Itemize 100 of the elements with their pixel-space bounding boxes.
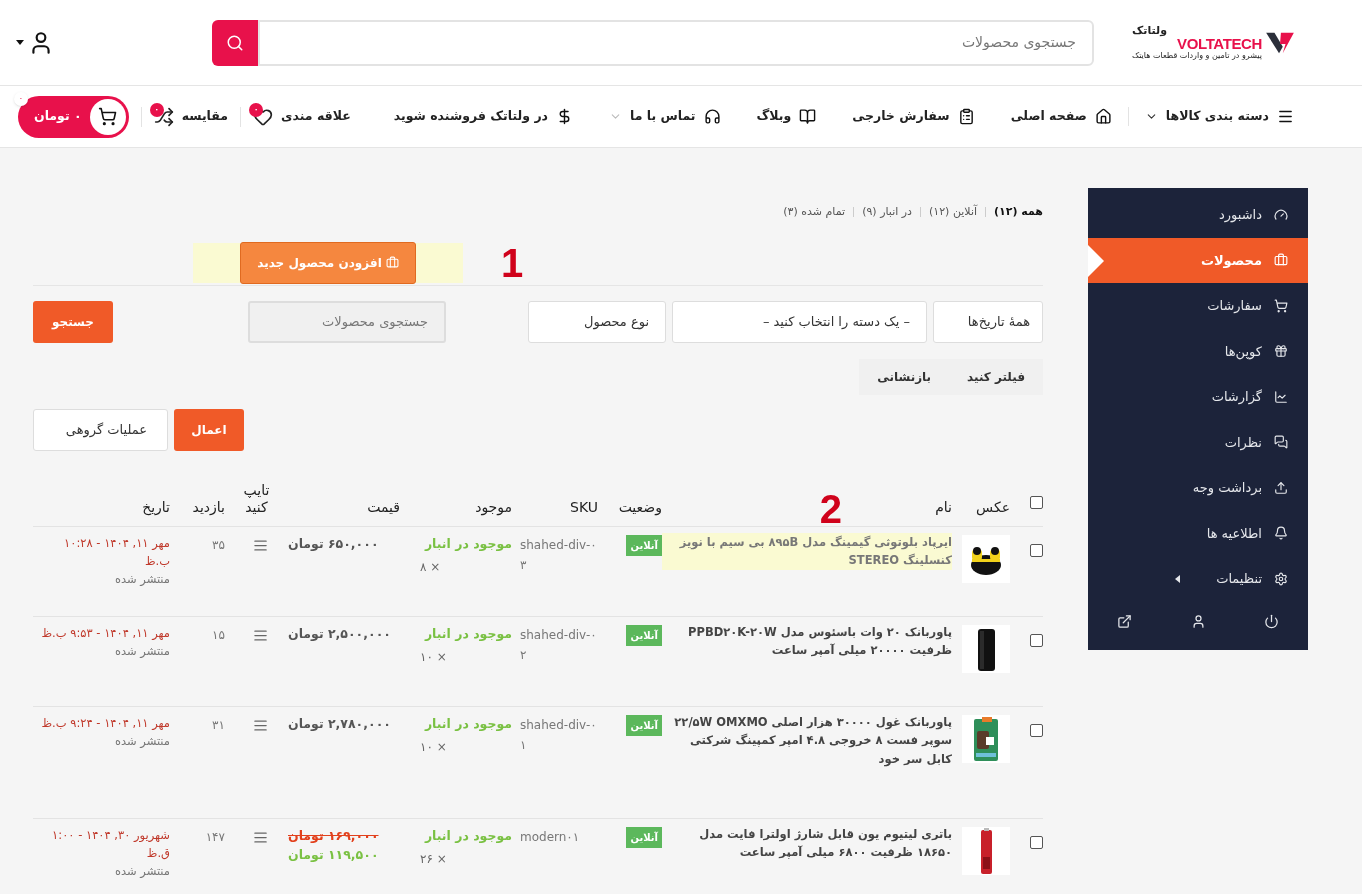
column-header: عکس [976,499,1010,515]
logo-text: ولتاتک [1132,24,1167,36]
gift-icon [1274,344,1288,359]
heart-icon [253,106,274,127]
chart-icon [1274,389,1288,404]
power-icon [1263,614,1279,629]
briefcase-icon [385,256,399,269]
product-name[interactable]: ایرپاد بلوتوثی گیمینگ مدل ۸۹۵B بی سیم با نویز کنسلینگ STEREO [662,533,952,570]
status-filter[interactable]: در انبار (۹) [862,204,912,221]
menu-icon [253,830,268,845]
menu-icon [1277,108,1294,125]
stock-quantity: × ۸ [419,558,442,576]
nav-link[interactable]: صفحه اصلی [1010,107,1112,126]
sku-text: shahed-div-۰۳ [520,537,598,575]
nav-link[interactable]: تماس با ما [609,107,721,126]
sidebar-item[interactable]: تنظیمات [1088,556,1308,602]
column-header: SKU [570,499,598,515]
count-badge: ۰ [249,102,264,117]
sidebar-item[interactable]: نظرات [1088,419,1308,465]
reset-button[interactable]: بازنشانی [859,358,950,395]
sidebar-item[interactable]: کوپن‌ها [1088,328,1308,374]
stock-quantity: × ۲۶ [419,850,448,868]
column-header: موجود [475,499,512,515]
gauge-icon [1274,207,1288,222]
logo-icon [1266,30,1294,55]
views-count: ۱۵ [212,628,225,642]
count-badge: ۰ [14,91,28,106]
sidebar-item[interactable]: گزارشات [1088,374,1308,420]
nav-link[interactable]: در ولتاتک فروشنده شوید [393,107,573,126]
column-header: بازدید [192,499,225,515]
menu-icon [253,538,268,553]
sidebar-item[interactable]: سفارشات [1088,283,1308,329]
stock-status: موجود در انبار [423,535,512,553]
publish-status: منتشر شده [113,570,170,588]
publish-status: منتشر شده [113,732,170,750]
date-text: مهر ۱۱, ۱۴۰۴ - ۹:۲۴ ب.ظ [40,715,170,732]
sidebar-item[interactable]: برداشت وجه [1088,465,1308,511]
publish-status: منتشر شده [113,862,170,880]
date-select[interactable]: همهٔ تاریخ‌ها [933,300,1043,343]
menu-icon [253,628,268,643]
checkbox[interactable] [1030,724,1043,737]
product-search-field[interactable]: جستجوی محصولات [248,300,446,343]
status-filter[interactable]: همه (۱۲) [994,204,1043,221]
bulk-action-select[interactable]: عملیات گروهی [33,408,168,451]
sidebar-item[interactable]: داشبورد [1088,192,1308,238]
upload-icon [1274,480,1288,495]
external-link-icon [1117,614,1133,629]
status-filter[interactable]: آنلاین (۱۲) [928,204,977,221]
profile-button[interactable] [1190,614,1206,629]
column-header: قیمت [367,499,400,515]
date-text: مهر ۱۱, ۱۴۰۴ - ۹:۵۳ ب.ظ [40,625,170,642]
status-badge: آنلاین [626,625,662,646]
column-header: تاریخ [142,499,170,515]
old-price: ۱۶۹,۰۰۰ تومان [288,827,380,845]
type-select[interactable]: نوع محصول [528,300,666,343]
stock-status: موجود در انبار [423,715,512,733]
nav-link[interactable]: سفارش خارجی [852,107,975,126]
checkbox[interactable] [1030,836,1043,849]
visit-store-button[interactable] [1117,614,1133,629]
home-icon [1094,108,1112,125]
stock-status: موجود در انبار [423,827,512,845]
stock-quantity: × ۱۰ [419,738,448,756]
filter-button[interactable]: فیلتر کنید [949,358,1043,395]
user-icon [1190,614,1206,629]
price-text: ۶۵۰,۰۰۰ تومان [288,535,380,553]
caret-icon [16,40,24,45]
search-field[interactable]: جستجوی محصولات [258,19,1094,66]
publish-status: منتشر شده [113,642,170,660]
logout-button[interactable] [1263,614,1279,629]
checkbox[interactable] [1030,634,1043,647]
headset-icon [703,108,721,125]
price-text: ۲,۷۸۰,۰۰۰ تومان [288,715,392,733]
price-text: ۲,۵۰۰,۰۰۰ تومان [288,625,392,643]
product-name[interactable]: پاوربانک غول ۳۰۰۰۰ هزار اصلی ۲۲/۵W OMXMO سوپر فست ۸ خروجی ۴.۸ امپر کمپینگ شرکتی کابل سر خود [662,713,952,769]
status-filter[interactable]: تمام شده (۳) [783,204,846,221]
search-button[interactable] [212,19,258,66]
checkbox[interactable] [1030,544,1043,557]
stock-quantity: × ۱۰ [419,648,448,666]
product-name[interactable]: پاوربانک ۲۰ وات باسئوس مدل PPBD۲۰K-۲۰W ظرفیت ۲۰۰۰۰ میلی آمپر ساعت [662,623,952,660]
views-count: ۱۴۷ [205,830,225,844]
nav-link[interactable]: وبلاگ [756,107,817,126]
menu-icon [253,718,268,733]
product-name[interactable]: باتری لیتیوم یون قابل شارژ اولترا فایت مدل ۱۸۶۵۰ ظرفیت ۶۸۰۰ میلی آمپر ساعت [662,825,952,862]
cart-icon [1274,298,1288,313]
sidebar-item[interactable]: اطلاعیه ها [1088,510,1308,556]
logo-wordmark: VOLTATECH [1177,35,1262,51]
views-count: ۳۵ [212,538,225,552]
date-text: مهر ۱۱, ۱۴۰۴ - ۱۰:۲۸ ب.ظ [63,535,170,570]
checkbox[interactable] [1030,495,1043,509]
category-select[interactable]: – یک دسته را انتخاب کنید – [672,300,927,343]
wishlist-link[interactable]: علاقه مندی ۰ [240,106,351,127]
pointer-icon [1088,244,1104,277]
compare-link[interactable]: مقایسه ۰ [140,106,241,127]
chat-icon [1274,435,1288,450]
clipboard-icon [957,108,975,125]
sku-text: shahed-div-۰۱ [520,717,598,755]
price-text: ۱۱۹,۵۰۰ تومان [288,845,380,864]
column-header: نام [935,499,952,515]
settings-icon [1274,571,1288,586]
annotation-number: 2 [819,488,842,529]
